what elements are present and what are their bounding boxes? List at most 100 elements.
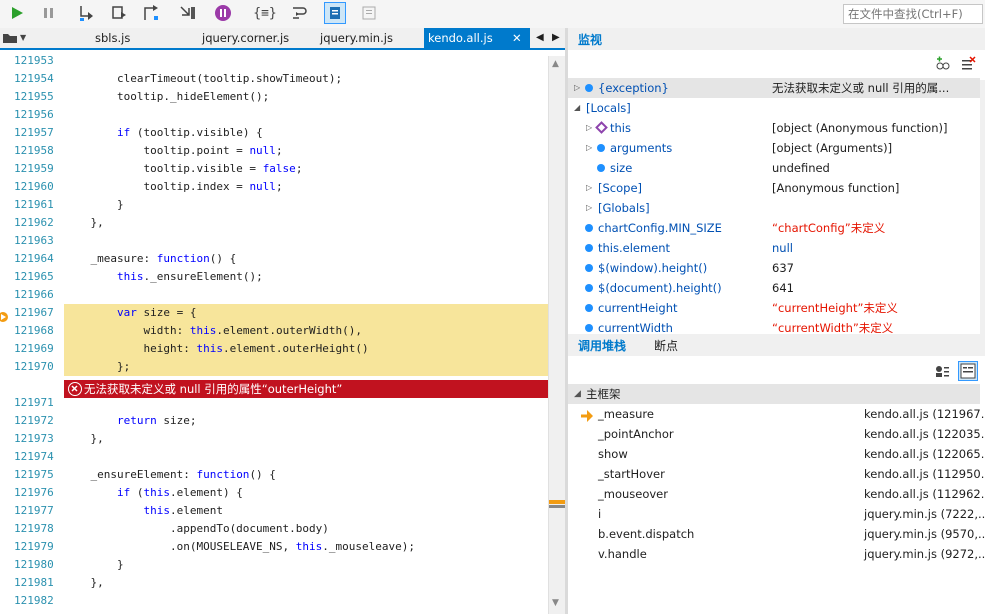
watch-row[interactable]: $(document).height() 641 xyxy=(568,278,980,298)
line-number[interactable]: 121982 xyxy=(14,594,60,607)
step-into-icon[interactable] xyxy=(76,2,98,24)
watch-row[interactable]: ▷ [Scope] [Anonymous function] xyxy=(568,178,980,198)
callstack-frame[interactable]: _startHover kendo.all.js (112950... xyxy=(568,464,985,484)
code-line[interactable]: return size; xyxy=(64,412,550,430)
tab-sbls[interactable]: sbls.js xyxy=(95,28,130,48)
expand-icon[interactable]: ▷ xyxy=(586,124,594,132)
show-frames-icon[interactable] xyxy=(958,361,978,381)
continue-icon[interactable] xyxy=(6,2,28,24)
line-number[interactable]: 121966 xyxy=(14,288,60,301)
scroll-up-icon[interactable]: ▲ xyxy=(552,59,559,69)
code-line[interactable] xyxy=(64,286,550,304)
expand-icon[interactable]: ▷ xyxy=(586,144,594,152)
code-line[interactable]: }, xyxy=(64,574,550,592)
line-number[interactable]: 121967 xyxy=(14,306,60,319)
callstack-frame[interactable]: _measure kendo.all.js (121967... xyxy=(568,404,985,424)
code-line[interactable] xyxy=(64,448,550,466)
line-number[interactable]: 121959 xyxy=(14,162,60,175)
watch-row[interactable]: this.element null xyxy=(568,238,980,258)
code-line[interactable]: var size = { xyxy=(64,304,550,322)
line-number[interactable]: 121980 xyxy=(14,558,60,571)
expand-icon[interactable]: ▷ xyxy=(586,204,594,212)
line-number[interactable]: 121954 xyxy=(14,72,60,85)
tab-jquery-corner[interactable]: jquery.corner.js xyxy=(202,28,289,48)
code-line[interactable] xyxy=(64,592,550,610)
collapse-group-icon[interactable]: ◢ xyxy=(574,384,581,404)
line-number[interactable]: 121955 xyxy=(14,90,60,103)
tab-kendo-all[interactable]: kendo.all.js ✕ xyxy=(424,28,530,48)
expand-icon[interactable]: ▷ xyxy=(574,84,582,92)
line-number[interactable]: 121958 xyxy=(14,144,60,157)
code-line[interactable] xyxy=(64,232,550,250)
line-number[interactable]: 121968 xyxy=(14,324,60,337)
line-number[interactable]: 121973 xyxy=(14,432,60,445)
step-over-icon[interactable] xyxy=(108,2,130,24)
watch-row[interactable]: ▷ arguments [object (Arguments)] xyxy=(568,138,980,158)
line-number[interactable]: 121972 xyxy=(14,414,60,427)
code-line[interactable]: }, xyxy=(64,214,550,232)
code-line[interactable]: if (tooltip.visible) { xyxy=(64,124,550,142)
callstack-frame[interactable]: b.event.dispatch jquery.min.js (9570,... xyxy=(568,524,985,544)
scroll-tabs-right-icon[interactable]: ▶ xyxy=(552,28,560,48)
close-tab-icon[interactable]: ✕ xyxy=(512,28,522,48)
code-line[interactable]: if (this.element) { xyxy=(64,484,550,502)
line-number[interactable]: 121961 xyxy=(14,198,60,211)
code-line[interactable]: width: this.element.outerWidth(), xyxy=(64,322,550,340)
tab-jquery-min[interactable]: jquery.min.js xyxy=(320,28,393,48)
pause-icon[interactable] xyxy=(38,2,60,24)
watch-row[interactable]: $(window).height() 637 xyxy=(568,258,980,278)
tab-callstack[interactable]: 调用堆栈 xyxy=(578,337,626,354)
line-number[interactable]: 121981 xyxy=(14,576,60,589)
line-number[interactable]: 121953 xyxy=(14,54,60,67)
line-number[interactable]: 121963 xyxy=(14,234,60,247)
format-icon[interactable]: {≡} xyxy=(253,2,276,24)
callstack-frame[interactable]: _pointAnchor kendo.all.js (122035... xyxy=(568,424,985,444)
scroll-down-icon[interactable]: ▼ xyxy=(552,598,559,608)
callstack-frame[interactable]: i jquery.min.js (7222,... xyxy=(568,504,985,524)
line-number[interactable]: 121956 xyxy=(14,108,60,121)
watch-row[interactable]: ▷ this [object (Anonymous function)] xyxy=(568,118,980,138)
wrap-icon[interactable] xyxy=(288,2,310,24)
line-number[interactable]: 121979 xyxy=(14,540,60,553)
code-line[interactable]: } xyxy=(64,556,550,574)
line-number[interactable]: 121960 xyxy=(14,180,60,193)
code-line[interactable]: .appendTo(document.body) xyxy=(64,520,550,538)
code-line[interactable]: tooltip.visible = false; xyxy=(64,160,550,178)
code-line[interactable]: clearTimeout(tooltip.showTimeout); xyxy=(64,70,550,88)
code-line[interactable]: .on(MOUSELEAVE_NS, this._mouseleave); xyxy=(64,538,550,556)
line-number[interactable]: 121969 xyxy=(14,342,60,355)
just-my-code-icon[interactable] xyxy=(324,2,346,24)
code-line[interactable]: _ensureElement: function() { xyxy=(64,466,550,484)
watch-row[interactable]: chartConfig.MIN_SIZE “chartConfig”未定义 xyxy=(568,218,980,238)
code-line[interactable]: _measure: function() { xyxy=(64,250,550,268)
add-watch-icon[interactable] xyxy=(934,56,950,75)
step-out-icon[interactable] xyxy=(140,2,162,24)
folder-icon[interactable]: ▼ xyxy=(2,28,30,48)
line-number[interactable]: 121964 xyxy=(14,252,60,265)
scroll-thumb[interactable] xyxy=(549,505,566,508)
expand-icon[interactable]: ▷ xyxy=(586,184,594,192)
line-number[interactable]: 121977 xyxy=(14,504,60,517)
show-threads-icon[interactable] xyxy=(934,363,950,382)
watch-row[interactable]: ▷ [Globals] xyxy=(568,198,980,218)
restore-icon[interactable] xyxy=(358,2,380,24)
code-line[interactable]: this.element xyxy=(64,502,550,520)
line-number[interactable]: 121970 xyxy=(14,360,60,373)
find-in-file-input[interactable] xyxy=(843,4,983,24)
watch-row[interactable]: ▷ {exception} 无法获取未定义或 null 引用的属... xyxy=(568,78,980,98)
step-back-icon[interactable] xyxy=(177,2,199,24)
code-line[interactable]: this._ensureElement(); xyxy=(64,268,550,286)
break-exception-icon[interactable] xyxy=(212,2,234,24)
line-number[interactable]: 121974 xyxy=(14,450,60,463)
code-line[interactable]: }; xyxy=(64,358,550,376)
tab-breakpoints[interactable]: 断点 xyxy=(654,337,678,354)
line-number[interactable]: 121978 xyxy=(14,522,60,535)
watch-row[interactable]: ◢ [Locals] xyxy=(568,98,980,118)
scroll-tabs-left-icon[interactable]: ◀ xyxy=(536,28,544,48)
line-number[interactable]: 121976 xyxy=(14,486,60,499)
callstack-frame[interactable]: _mouseover kendo.all.js (112962... xyxy=(568,484,985,504)
line-number[interactable]: 121965 xyxy=(14,270,60,283)
editor-scrollbar[interactable]: ▲ ▼ xyxy=(548,56,566,614)
code-line[interactable]: tooltip.index = null; xyxy=(64,178,550,196)
code-line[interactable]: height: this.element.outerHeight() xyxy=(64,340,550,358)
